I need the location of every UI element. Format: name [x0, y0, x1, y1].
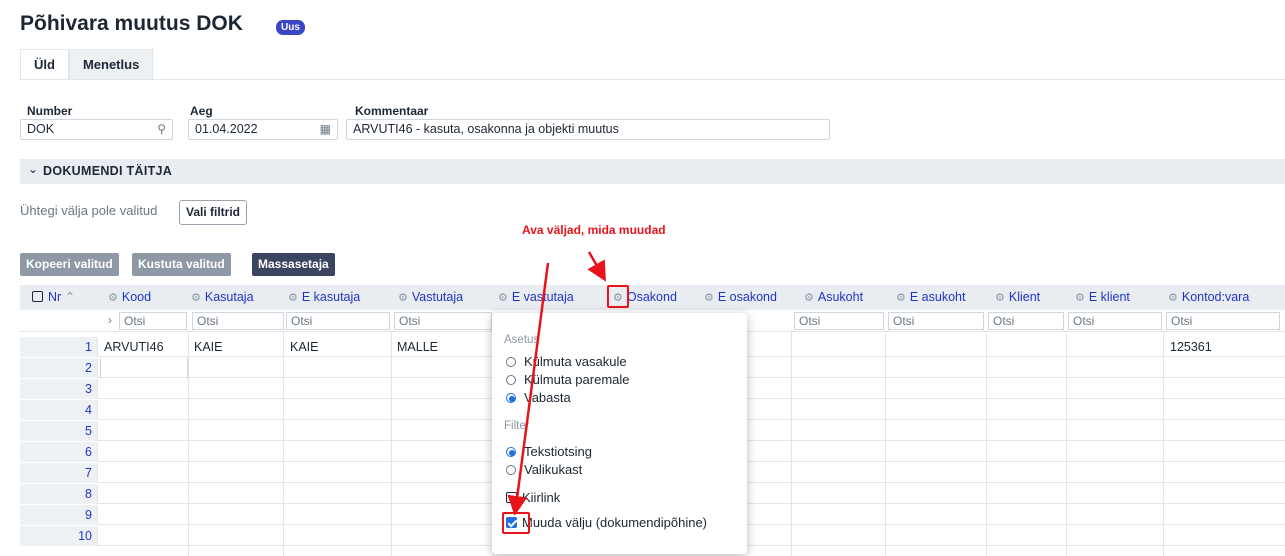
row-number: 9 [20, 505, 98, 525]
header-e-klient[interactable]: ⚙ E klient [1075, 285, 1130, 310]
chevron-right-icon[interactable]: › [108, 313, 112, 327]
calendar-icon[interactable]: ▦ [320, 120, 331, 139]
search-input-vastutaja[interactable]: Otsi [394, 312, 492, 330]
header-asukoht[interactable]: ⚙ Asukoht [804, 285, 863, 310]
mass-setter-button[interactable]: Massasetaja [252, 253, 335, 276]
copy-selected-button[interactable]: Kopeeri valitud [20, 253, 119, 276]
highlight-edit-checkbox [502, 512, 530, 534]
section-dokumendi-taitja[interactable]: ⌄ DOKUMENDI TÄITJA [20, 159, 1285, 184]
search-input-e-klient[interactable]: Otsi [1068, 312, 1162, 330]
search-input-kontod-vara[interactable]: Otsi [1166, 312, 1280, 330]
row-number: 8 [20, 484, 98, 504]
option-text-search[interactable]: Tekstiotsing [506, 444, 592, 459]
annotation-text: Ava väljad, mida muudad [522, 223, 666, 237]
wrench-icon[interactable]: ⚙ [191, 292, 201, 304]
tab-menetlus[interactable]: Menetlus [68, 49, 154, 79]
aeg-value: 01.04.2022 [195, 122, 258, 136]
delete-selected-button[interactable]: Kustuta valitud [132, 253, 231, 276]
kommentaar-field[interactable]: ARVUTI46 - kasuta, osakonna ja objekti m… [346, 119, 830, 140]
aeg-label: Aeg [190, 104, 213, 118]
number-value: DOK [27, 122, 55, 136]
header-e-kasutaja[interactable]: ⚙ E kasutaja [288, 285, 360, 310]
header-nr[interactable]: Nr ⌃ [32, 285, 75, 310]
row-number: 10 [20, 526, 98, 546]
choose-filters-button[interactable]: Vali filtrid [179, 200, 248, 225]
wrench-icon[interactable]: ⚙ [398, 292, 408, 304]
tabs-divider [20, 79, 1285, 80]
search-input-e-kasutaja[interactable]: Otsi [286, 312, 390, 330]
number-field[interactable]: DOK ⚲ [20, 119, 173, 140]
option-edit-field[interactable]: Muuda välju (dokumendipõhine) [506, 515, 707, 530]
cell-kood[interactable]: ARVUTI46 [100, 337, 164, 357]
cell-e-kasutaja[interactable]: KAIE [286, 337, 319, 357]
wrench-icon[interactable]: ⚙ [288, 292, 298, 304]
option-unfreeze[interactable]: Vabasta [506, 390, 571, 405]
page-title: Põhivara muutus DOK [20, 12, 243, 35]
radio-icon[interactable] [506, 465, 516, 475]
search-input-kasutaja[interactable]: Otsi [192, 312, 284, 330]
cell-kontod-vara[interactable]: 125361 [1166, 337, 1212, 357]
status-badge: Uus [276, 20, 305, 35]
header-e-asukoht[interactable]: ⚙ E asukoht [896, 285, 965, 310]
row-number: 1 [20, 337, 98, 357]
option-select-box[interactable]: Valikukast [506, 462, 582, 477]
tab-uld[interactable]: Üld [20, 49, 69, 79]
option-freeze-right[interactable]: Külmuta paremale [506, 372, 630, 387]
wrench-icon[interactable]: ⚙ [498, 292, 508, 304]
checkbox-icon[interactable] [506, 492, 517, 503]
search-icon[interactable]: ⚲ [157, 120, 166, 139]
search-input-kood[interactable]: Otsi [119, 312, 187, 330]
wrench-icon[interactable]: ⚙ [1168, 292, 1178, 304]
row-number: 2 [20, 358, 98, 378]
sort-icon[interactable]: ⌃ [65, 290, 75, 304]
cell-vastutaja[interactable]: MALLE [393, 337, 438, 357]
option-quicklink[interactable]: Kiirlink [506, 490, 560, 505]
cell-kasutaja[interactable]: KAIE [190, 337, 223, 357]
row-number: 7 [20, 463, 98, 483]
option-freeze-left[interactable]: Külmuta vasakule [506, 354, 627, 369]
kommentaar-label: Kommentaar [355, 104, 429, 118]
column-settings-popup: Asetus Külmuta vasakule Külmuta paremale… [492, 313, 747, 554]
wrench-icon[interactable]: ⚙ [804, 292, 814, 304]
chevron-down-icon[interactable]: ⌄ [28, 162, 38, 176]
row-number: 5 [20, 421, 98, 441]
wrench-icon[interactable]: ⚙ [108, 292, 118, 304]
row-number: 6 [20, 442, 98, 462]
wrench-icon[interactable]: ⚙ [995, 292, 1005, 304]
popup-filter-title: Filter [504, 420, 530, 432]
cell-kood[interactable] [100, 358, 188, 378]
search-input-klient[interactable]: Otsi [988, 312, 1064, 330]
header-e-osakond[interactable]: ⚙ E osakond [704, 285, 777, 310]
radio-icon[interactable] [506, 375, 516, 385]
radio-icon[interactable] [506, 357, 516, 367]
search-input-e-asukoht[interactable]: Otsi [888, 312, 984, 330]
header-klient[interactable]: ⚙ Klient [995, 285, 1040, 310]
header-kood[interactable]: ⚙ Kood [108, 285, 151, 310]
kommentaar-value: ARVUTI46 - kasuta, osakonna ja objekti m… [353, 122, 619, 136]
cropped-heading-strip [0, 0, 1285, 10]
header-e-vastutaja[interactable]: ⚙ E vastutaja [498, 285, 574, 310]
number-label: Number [27, 104, 73, 118]
highlight-osakond-wrench [607, 285, 629, 308]
wrench-icon[interactable]: ⚙ [704, 292, 714, 304]
search-input-asukoht[interactable]: Otsi [794, 312, 884, 330]
section-title: DOKUMENDI TÄITJA [43, 164, 173, 178]
header-kasutaja[interactable]: ⚙ Kasutaja [191, 285, 254, 310]
select-all-checkbox[interactable] [32, 291, 43, 302]
tab-bar: Üld Menetlus [20, 49, 154, 79]
header-kontod-vara[interactable]: ⚙ Kontod:vara [1168, 285, 1249, 310]
aeg-field[interactable]: 01.04.2022 ▦ [188, 119, 338, 140]
popup-settings-title: Asetus [504, 334, 540, 346]
radio-selected-icon[interactable] [506, 393, 516, 403]
header-vastutaja[interactable]: ⚙ Vastutaja [398, 285, 463, 310]
row-number: 4 [20, 400, 98, 420]
wrench-icon[interactable]: ⚙ [1075, 292, 1085, 304]
filter-status-text: Ühtegi välja pole valitud [20, 203, 158, 218]
arrow-to-wrench [587, 251, 606, 282]
row-number: 3 [20, 379, 98, 399]
radio-selected-icon[interactable] [506, 447, 516, 457]
grid-header-row: Nr ⌃ ⚙ Kood ⚙ Kasutaja ⚙ E kasutaja ⚙ Vastut… [20, 285, 1285, 310]
wrench-icon[interactable]: ⚙ [896, 292, 906, 304]
